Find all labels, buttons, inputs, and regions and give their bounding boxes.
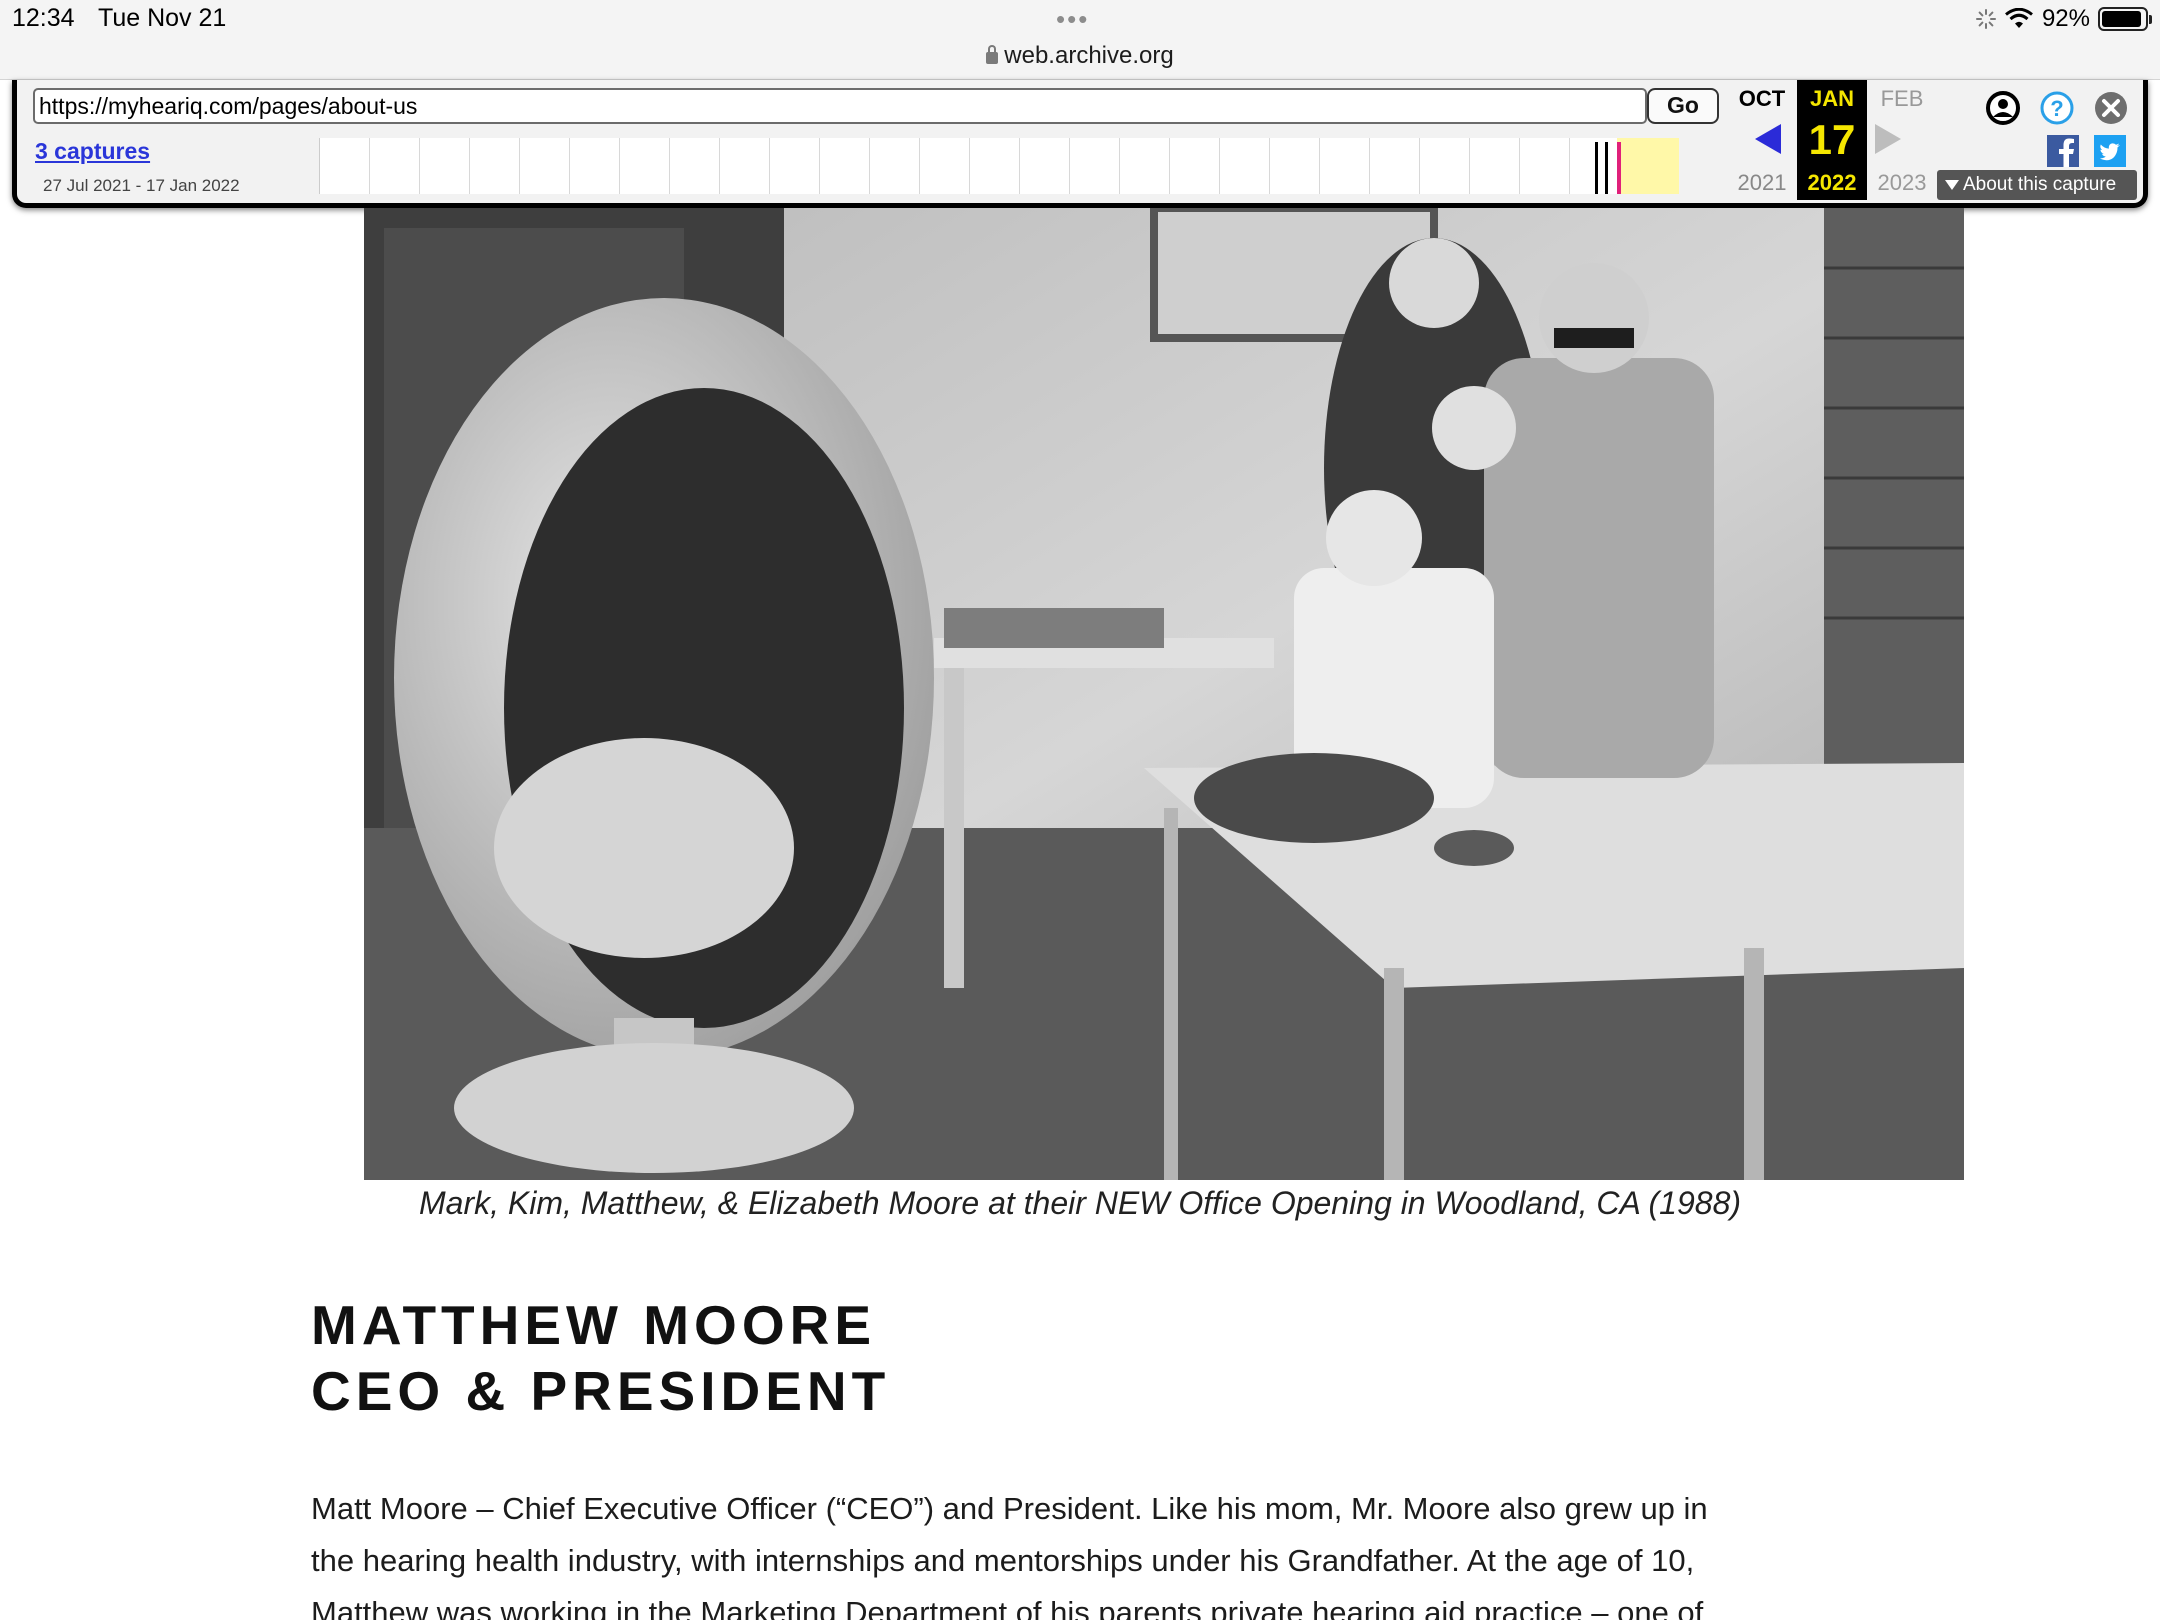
current-year: 2022 — [1807, 170, 1857, 195]
prev-capture-arrow-icon[interactable] — [1753, 122, 1783, 156]
wayback-toolbar: https://myheariq.com/pages/about-us Go 3… — [12, 80, 2148, 208]
go-button[interactable]: Go — [1647, 88, 1719, 124]
captures-link[interactable]: 3 captures — [35, 138, 150, 165]
status-date: Tue Nov 21 — [98, 4, 227, 32]
user-account-icon[interactable] — [1985, 90, 2021, 126]
next-month: FEB — [1880, 86, 1924, 111]
prev-month[interactable]: OCT — [1727, 86, 1797, 112]
capture-tick[interactable] — [1605, 142, 1608, 194]
activity-spinner-icon — [1975, 9, 1996, 29]
battery-level — [2102, 11, 2141, 27]
page-heading: MATTHEW MOORE CEO & PRESIDENT — [311, 1292, 890, 1424]
facebook-icon[interactable] — [2047, 135, 2079, 167]
status-time: 12:34 — [12, 4, 75, 32]
bio-paragraph: Matt Moore – Chief Executive Officer (“C… — [311, 1483, 1851, 1620]
capture-tick[interactable] — [1595, 142, 1598, 194]
office-opening-photo — [364, 208, 1964, 1180]
safari-url-text: web.archive.org — [1004, 42, 1174, 69]
capture-tick-current[interactable] — [1617, 142, 1621, 194]
prev-year[interactable]: 2021 — [1727, 170, 1797, 196]
next-capture-arrow-icon — [1875, 124, 1901, 154]
close-icon[interactable] — [2093, 90, 2129, 126]
wayback-url-input[interactable]: https://myheariq.com/pages/about-us — [33, 88, 1647, 124]
sparkline-current-highlight — [1617, 138, 1679, 194]
twitter-icon[interactable] — [2094, 135, 2126, 167]
photo-caption: Mark, Kim, Matthew, & Elizabeth Moore at… — [418, 1185, 1742, 1221]
capture-date-range: 27 Jul 2021 - 17 Jan 2022 — [43, 176, 240, 195]
bio-line: Matthew was working in the Marketing Dep… — [311, 1595, 1704, 1620]
svg-text:?: ? — [2050, 96, 2063, 121]
next-year: 2023 — [1877, 170, 1927, 195]
wifi-icon — [2005, 8, 2033, 28]
current-month: JAN — [1809, 86, 1854, 111]
battery-icon — [2098, 7, 2152, 31]
status-bar: 12:34 Tue Nov 21 ••• 92% — [0, 0, 2160, 40]
status-indicators: 92% — [1975, 5, 2152, 33]
heading-name: MATTHEW MOORE — [311, 1294, 877, 1356]
current-day: 17 — [1808, 116, 1856, 163]
bio-line: the hearing health industry, with intern… — [311, 1543, 1695, 1578]
help-icon[interactable]: ? — [2039, 90, 2075, 126]
safari-url[interactable]: web.archive.org — [0, 42, 2160, 70]
safari-address-bar[interactable]: web.archive.org — [0, 40, 2160, 80]
bio-line: Matt Moore – Chief Executive Officer (“C… — [311, 1491, 1708, 1526]
multitasking-dots-icon[interactable]: ••• — [1056, 4, 1089, 35]
heading-role: CEO & PRESIDENT — [311, 1360, 891, 1422]
capture-sparkline[interactable] — [319, 138, 1671, 194]
battery-percent: 92% — [2041, 5, 2090, 32]
lock-icon — [986, 45, 999, 64]
about-capture-button[interactable]: About this capture — [1937, 170, 2137, 200]
